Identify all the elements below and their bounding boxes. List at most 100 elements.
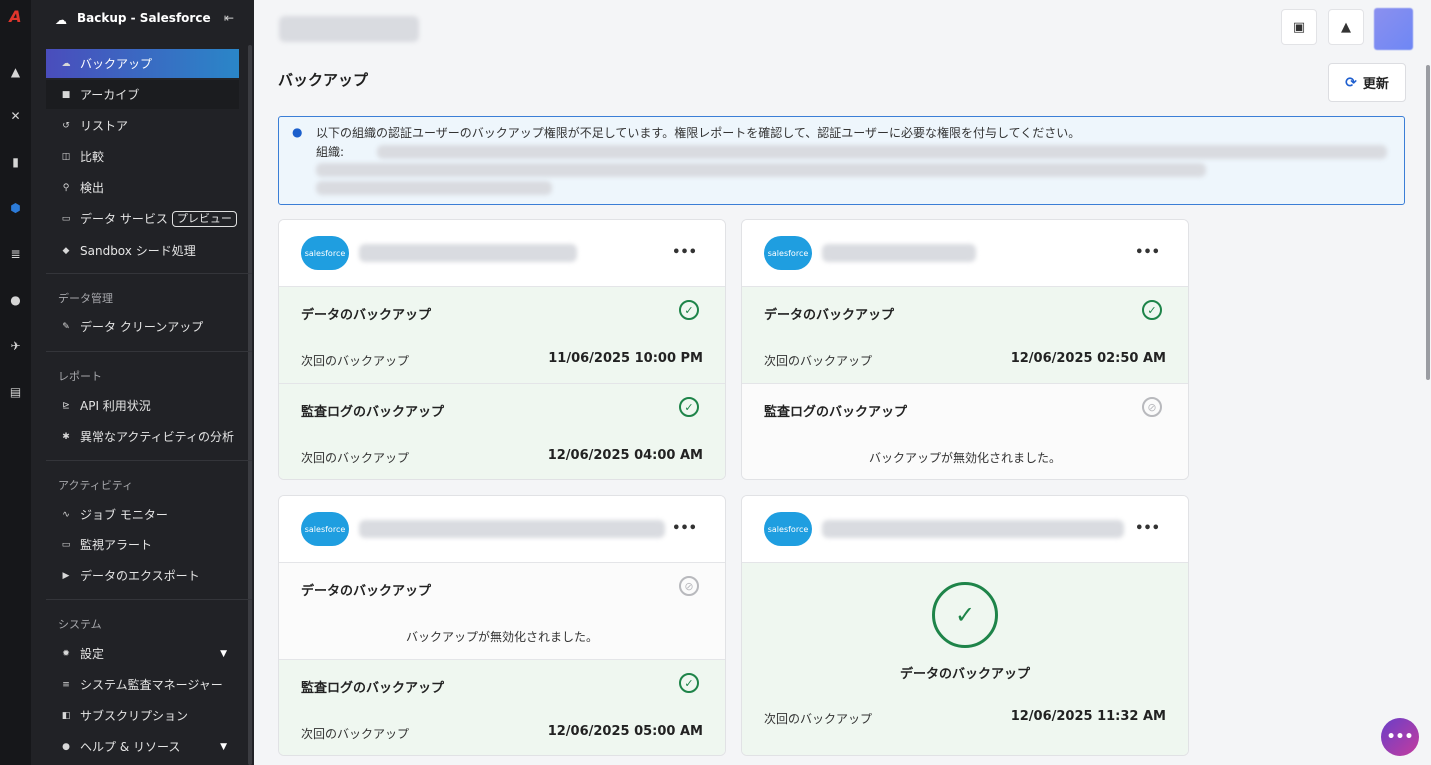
info-icon: ●: [292, 125, 303, 139]
sidebar-item-data-services[interactable]: ▭ データ サービス プレビュー: [46, 204, 239, 233]
disabled-icon: ⊘: [1142, 397, 1162, 417]
more-options-icon[interactable]: •••: [1135, 521, 1160, 536]
sidebar-divider: [46, 460, 252, 461]
cloud-icon: ☁: [61, 58, 71, 69]
chevron-down-icon[interactable]: ▼: [220, 649, 227, 659]
sidebar-title: Backup - Salesforce: [77, 11, 211, 25]
salesforce-logo: salesforce: [764, 236, 812, 270]
sidebar-item-settings[interactable]: ✹ 設定 ▼: [46, 639, 239, 668]
data-backup-section: データのバックアップ ✓ 次回のバックアップ 11/06/2025 10:00 …: [279, 287, 725, 384]
more-options-icon[interactable]: •••: [672, 245, 697, 260]
sidebar-item-api-usage[interactable]: ⊵ API 利用状況: [46, 391, 239, 420]
org-name-blurred: [822, 244, 976, 262]
org-name-blurred: [359, 520, 665, 538]
sidebar-item-subscription[interactable]: ◧ サブスクリプション: [46, 701, 239, 730]
monitor-icon: ▭: [61, 539, 71, 550]
sidebar-item-label: システム監査マネージャー: [80, 678, 223, 692]
sidebar-item-label: API 利用状況: [80, 399, 151, 413]
sidebar-item-label: 監視アラート: [80, 538, 153, 552]
next-backup-label: 次回のバックアップ: [301, 354, 410, 368]
sidebar-item-help-resources[interactable]: ● ヘルプ & リソース ▼: [46, 732, 239, 761]
sidebar-item-backup[interactable]: ☁ バックアップ: [46, 49, 239, 78]
chevron-down-icon[interactable]: ▼: [220, 742, 227, 752]
document-icon[interactable]: ▮: [0, 152, 31, 172]
cloud-icon: ☁: [55, 13, 67, 27]
sidebar-divider: [46, 599, 252, 600]
org-list-blurred: [316, 163, 1206, 177]
airplane-icon[interactable]: ✈: [0, 336, 31, 356]
data-backup-section: データのバックアップ ✓ 次回のバックアップ 12/06/2025 02:50 …: [742, 287, 1188, 384]
app-logo[interactable]: A: [0, 6, 31, 26]
sidebar-item-label: データのエクスポート: [80, 569, 200, 583]
search-icon: ⚲: [62, 182, 70, 193]
check-circle-icon: ✓: [679, 397, 699, 417]
sidebar-item-label: 比較: [80, 150, 105, 164]
org-name-blurred: [822, 520, 1124, 538]
bell-icon: ▲: [1341, 19, 1351, 35]
org-list-blurred: [377, 145, 1387, 159]
sidebar-item-label: リストア: [80, 119, 129, 133]
export-icon: ▶: [62, 570, 70, 581]
gear-icon: ✹: [62, 648, 70, 659]
seed-icon: ◆: [62, 245, 70, 256]
next-backup-time: 12/06/2025 04:00 AM: [547, 448, 703, 463]
org-card: salesforce ••• ✓ データのバックアップ 次回のバックアップ 12…: [741, 495, 1189, 756]
subscription-icon: ◧: [61, 710, 71, 721]
check-circle-icon: ✓: [932, 582, 998, 648]
sidebar-item-data-export[interactable]: ▶ データのエクスポート: [46, 561, 239, 590]
sidebar-item-anomaly-analysis[interactable]: ✱ 異常なアクティビティの分析: [46, 422, 239, 451]
broom-icon: ✎: [62, 321, 70, 332]
sidebar-item-restore[interactable]: ↺ リストア: [46, 111, 239, 140]
sidebar-item-sandbox-seeding[interactable]: ◆ Sandbox シード処理: [46, 236, 239, 265]
sidebar-item-label: サブスクリプション: [80, 709, 189, 723]
collapse-sidebar-icon[interactable]: ⇤: [224, 11, 234, 25]
sidebar-item-system-audit-manager[interactable]: ≡ システム監査マネージャー: [46, 670, 239, 699]
card-header: salesforce •••: [742, 220, 1188, 287]
alert-icon[interactable]: ▲: [0, 62, 31, 82]
salesforce-logo: salesforce: [301, 512, 349, 546]
audit-log-backup-section: 監査ログのバックアップ ⊘ バックアップが無効化されました。: [742, 384, 1188, 479]
sidebar-item-monitoring-alerts[interactable]: ▭ 監視アラート: [46, 530, 239, 559]
sidebar-item-label: 検出: [80, 181, 105, 195]
tools-icon[interactable]: ✕: [0, 106, 31, 126]
section-title: 監査ログのバックアップ: [764, 405, 908, 420]
more-options-icon[interactable]: •••: [672, 521, 697, 536]
more-options-icon[interactable]: •••: [1135, 245, 1160, 260]
pulse-icon: ∿: [62, 509, 70, 520]
calendar-button[interactable]: ▣: [1281, 9, 1317, 45]
section-label-reports: レポート: [58, 370, 102, 383]
sidebar-item-data-cleanup[interactable]: ✎ データ クリーンアップ: [46, 312, 239, 341]
org-card: salesforce ••• データのバックアップ ⊘ バックアップが無効化され…: [278, 495, 726, 756]
org-list-blurred: [316, 181, 552, 195]
next-backup-label: 次回のバックアップ: [301, 727, 410, 741]
backup-disabled-text: バックアップが無効化されました。: [868, 451, 1061, 465]
next-backup-time: 12/06/2025 05:00 AM: [547, 724, 703, 739]
org-name-blurred: [279, 16, 419, 42]
sidebar-item-archive[interactable]: ■ アーカイブ: [46, 80, 239, 109]
sidebar-item-label: 異常なアクティビティの分析: [80, 430, 234, 444]
notifications-button[interactable]: ▲: [1328, 9, 1364, 45]
next-backup-time: 11/06/2025 10:00 PM: [548, 351, 703, 366]
refresh-label: 更新: [1362, 77, 1389, 92]
chat-icon[interactable]: ●: [0, 290, 31, 310]
sidebar-scrollbar[interactable]: [248, 45, 252, 765]
sidebar-item-label: データ サービス: [80, 212, 168, 226]
database-icon[interactable]: ≣: [0, 244, 31, 264]
check-circle-icon: ✓: [1142, 300, 1162, 320]
refresh-button[interactable]: ⟳ 更新: [1328, 63, 1406, 102]
section-label-activity: アクティビティ: [58, 479, 134, 492]
chat-support-button[interactable]: •••: [1381, 718, 1419, 756]
calendar-icon: ▣: [1292, 19, 1306, 35]
card-header: salesforce •••: [742, 496, 1188, 563]
main-scrollbar[interactable]: [1426, 65, 1430, 380]
file-icon[interactable]: ▤: [0, 382, 31, 402]
sidebar-item-job-monitor[interactable]: ∿ ジョブ モニター: [46, 500, 239, 529]
avatar[interactable]: [1374, 8, 1413, 50]
sidebar-item-compare[interactable]: ◫ 比較: [46, 142, 239, 171]
sidebar-item-discover[interactable]: ⚲ 検出: [46, 173, 239, 202]
sidebar: ☁ Backup - Salesforce ⇤ ☁ バックアップ ■ アーカイブ…: [31, 0, 254, 765]
section-title: データのバックアップ: [899, 667, 1030, 682]
org-card: salesforce ••• データのバックアップ ✓ 次回のバックアップ 12…: [741, 219, 1189, 480]
shield-icon[interactable]: ⬢: [0, 198, 31, 218]
restore-icon: ↺: [62, 120, 70, 131]
